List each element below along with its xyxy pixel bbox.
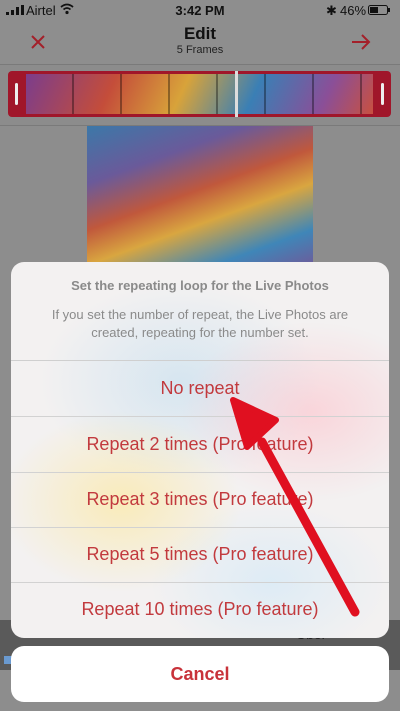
trim-handle-right[interactable] [381, 83, 384, 105]
page-title: Edit [183, 24, 217, 43]
option-repeat-10[interactable]: Repeat 10 times (Pro feature) [11, 582, 389, 637]
battery-percent: 46% [340, 3, 367, 18]
option-no-repeat[interactable]: No repeat [11, 361, 389, 417]
frame-strip-area [0, 65, 400, 126]
frame-strip[interactable] [8, 71, 391, 117]
option-repeat-3[interactable]: Repeat 3 times (Pro feature) [11, 472, 389, 528]
bluetooth-icon: ✱ [326, 3, 337, 18]
action-sheet-header: Set the repeating loop for the Live Phot… [11, 262, 389, 361]
trim-handle-left[interactable] [15, 83, 18, 105]
action-sheet: Set the repeating loop for the Live Phot… [11, 262, 389, 638]
action-sheet-message: If you set the number of repeat, the Liv… [51, 307, 349, 340]
navigation-bar: Edit 5 Frames [0, 20, 400, 65]
playhead[interactable] [235, 71, 238, 117]
cancel-button[interactable]: Cancel [11, 646, 389, 702]
frame-count: 5 Frames [176, 44, 224, 56]
action-sheet-title: Set the repeating loop for the Live Phot… [71, 278, 329, 293]
battery-icon [368, 5, 390, 15]
status-bar: Airtel 3:42 PM ✱ 46% [0, 0, 400, 20]
option-repeat-2[interactable]: Repeat 2 times (Pro feature) [11, 417, 389, 473]
option-repeat-5[interactable]: Repeat 5 times (Pro feature) [11, 527, 389, 583]
next-arrow-icon[interactable] [350, 32, 372, 52]
frame-thumbnails [26, 74, 373, 114]
photo-preview [87, 126, 313, 276]
